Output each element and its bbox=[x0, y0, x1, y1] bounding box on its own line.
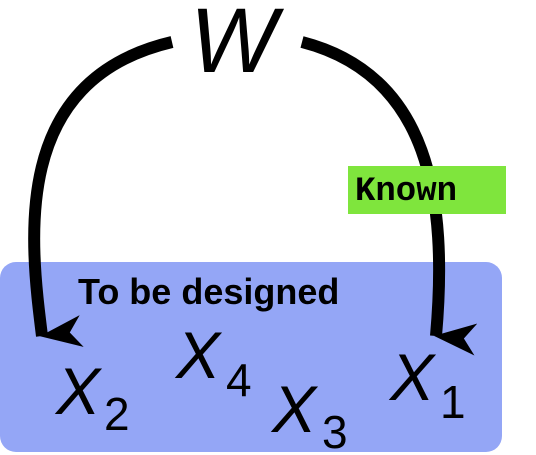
node-x4-letter: X bbox=[174, 318, 223, 392]
node-x1-letter: X bbox=[388, 340, 437, 414]
design-box-label: To be designed bbox=[78, 271, 339, 312]
node-x3-subscript: 3 bbox=[322, 406, 348, 455]
node-x2-subscript: 2 bbox=[104, 388, 130, 440]
node-w: W bbox=[190, 0, 285, 92]
node-x4-subscript: 4 bbox=[226, 354, 252, 406]
node-x1-subscript: 1 bbox=[440, 376, 466, 428]
known-tag-label: Known bbox=[355, 173, 457, 211]
node-x2-letter: X bbox=[54, 354, 103, 428]
causal-diagram: To be designed Known W X 2 X 4 X 3 X 1 bbox=[0, 0, 506, 455]
node-x3-letter: X bbox=[270, 372, 319, 446]
